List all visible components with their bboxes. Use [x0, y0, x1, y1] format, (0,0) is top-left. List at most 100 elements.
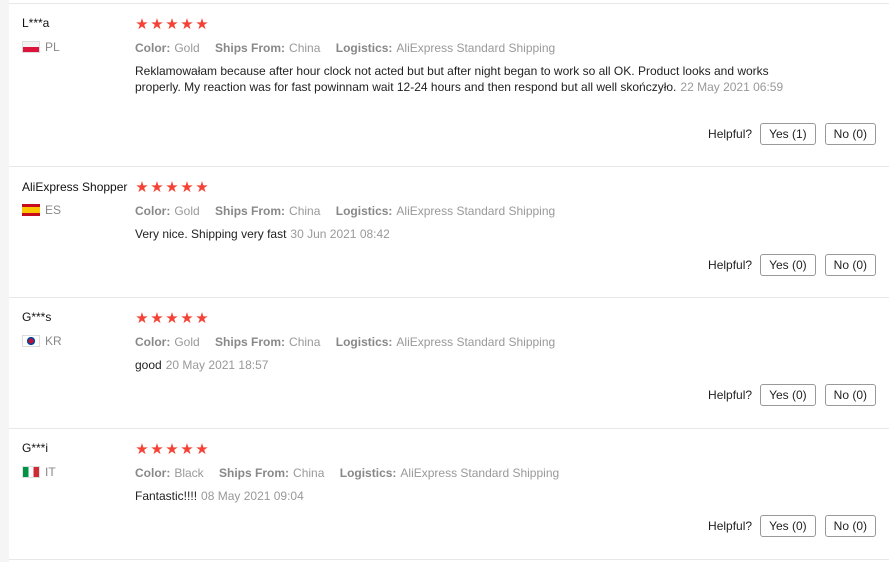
logistics-label: Logistics: — [335, 41, 393, 55]
logistics-value: AliExpress Standard Shipping — [396, 41, 556, 55]
helpful-yes-button[interactable]: Yes (0) — [760, 254, 816, 276]
logistics-value: AliExpress Standard Shipping — [396, 335, 556, 349]
reviewer-name: G***s — [22, 310, 52, 324]
review-text: good 20 May 2021 18:57 — [135, 357, 785, 373]
reviewer-country: IT — [22, 465, 56, 479]
review-sku-info: Color: Gold Ships From: China Logistics: Al… — [135, 204, 567, 218]
review-body: Reklamowałam because after hour clock no… — [135, 64, 769, 94]
review-date: 30 Jun 2021 08:42 — [290, 227, 390, 241]
country-code: IT — [45, 465, 56, 479]
ships-from-value: China — [289, 335, 321, 349]
ships-from-label: Ships From: — [215, 204, 286, 218]
reviews-panel: L***a PL ★ ★ ★ ★ ★ Color: Gold Ships From… — [9, 0, 889, 562]
review-sku-info: Color: Black Ships From: China Logistics: A… — [135, 466, 571, 480]
color-value: Gold — [174, 204, 200, 218]
logistics-label: Logistics: — [335, 204, 393, 218]
star-icon: ★ — [180, 179, 194, 196]
helpful-yes-button[interactable]: Yes (0) — [760, 515, 816, 537]
star-icon: ★ — [135, 310, 149, 327]
helpful-votes: Helpful? Yes (0) No (0) — [708, 254, 876, 276]
helpful-no-button[interactable]: No (0) — [824, 123, 876, 145]
logistics-value: AliExpress Standard Shipping — [396, 204, 556, 218]
ships-from-value: China — [289, 204, 321, 218]
review-sku-info: Color: Gold Ships From: China Logistics: Al… — [135, 41, 567, 55]
logistics-label: Logistics: — [339, 466, 397, 480]
star-icon: ★ — [135, 441, 149, 458]
spain-flag-icon — [22, 204, 40, 216]
review-sku-info: Color: Gold Ships From: China Logistics: Al… — [135, 335, 567, 349]
helpful-yes-button[interactable]: Yes (0) — [760, 384, 816, 406]
star-icon: ★ — [195, 16, 209, 33]
review-date: 22 May 2021 06:59 — [680, 80, 784, 94]
country-code: PL — [45, 40, 60, 54]
ships-from-label: Ships From: — [219, 466, 290, 480]
reviewer-name: L***a — [22, 16, 50, 30]
review-date: 20 May 2021 18:57 — [165, 358, 269, 372]
review-item: AliExpress Shopper ES ★ ★ ★ ★ ★ Color: Go… — [9, 167, 889, 298]
reviewer-country: ES — [22, 203, 61, 217]
helpful-no-button[interactable]: No (0) — [824, 515, 876, 537]
logistics-value: AliExpress Standard Shipping — [400, 466, 560, 480]
review-item: L***a PL ★ ★ ★ ★ ★ Color: Gold Ships From… — [9, 4, 889, 167]
star-rating: ★ ★ ★ ★ ★ — [135, 17, 209, 32]
star-icon: ★ — [150, 310, 164, 327]
review-body: Fantastic!!!! — [135, 489, 198, 503]
star-icon: ★ — [165, 441, 179, 458]
logistics-label: Logistics: — [335, 335, 393, 349]
review-text: Reklamowałam because after hour clock no… — [135, 63, 785, 95]
helpful-label: Helpful? — [708, 258, 753, 272]
review-item: G***s KR ★ ★ ★ ★ ★ Color: Gold Ships From… — [9, 298, 889, 429]
color-label: Color: — [135, 204, 171, 218]
ships-from-label: Ships From: — [215, 335, 286, 349]
star-icon: ★ — [180, 310, 194, 327]
poland-flag-icon — [22, 41, 40, 53]
color-value: Gold — [174, 335, 200, 349]
color-value: Gold — [174, 41, 200, 55]
star-icon: ★ — [165, 16, 179, 33]
country-code: ES — [45, 203, 62, 217]
color-label: Color: — [135, 466, 171, 480]
star-icon: ★ — [150, 441, 164, 458]
star-icon: ★ — [195, 441, 209, 458]
reviewer-name: AliExpress Shopper — [22, 180, 128, 194]
star-rating: ★ ★ ★ ★ ★ — [135, 442, 209, 457]
star-icon: ★ — [195, 310, 209, 327]
helpful-yes-button[interactable]: Yes (1) — [760, 123, 816, 145]
helpful-votes: Helpful? Yes (1) No (0) — [708, 123, 876, 145]
star-icon: ★ — [165, 310, 179, 327]
country-code: KR — [45, 334, 62, 348]
star-icon: ★ — [180, 16, 194, 33]
helpful-no-button[interactable]: No (0) — [824, 254, 876, 276]
review-text: Very nice. Shipping very fast 30 Jun 2021… — [135, 226, 785, 242]
star-rating: ★ ★ ★ ★ ★ — [135, 180, 209, 195]
review-text: Fantastic!!!! 08 May 2021 09:04 — [135, 488, 785, 504]
reviewer-country: PL — [22, 40, 60, 54]
italy-flag-icon — [22, 466, 40, 478]
review-item: G***i IT ★ ★ ★ ★ ★ Color: Black Ships Fro… — [9, 429, 889, 560]
helpful-label: Helpful? — [708, 127, 753, 141]
review-body: good — [135, 358, 162, 372]
helpful-label: Helpful? — [708, 519, 753, 533]
helpful-votes: Helpful? Yes (0) No (0) — [708, 384, 876, 406]
star-icon: ★ — [150, 179, 164, 196]
review-date: 08 May 2021 09:04 — [201, 489, 304, 503]
reviewer-country: KR — [22, 334, 62, 348]
color-label: Color: — [135, 335, 171, 349]
star-icon: ★ — [150, 16, 164, 33]
review-body: Very nice. Shipping very fast — [135, 227, 287, 241]
ships-from-label: Ships From: — [215, 41, 286, 55]
star-icon: ★ — [135, 16, 149, 33]
color-label: Color: — [135, 41, 171, 55]
star-rating: ★ ★ ★ ★ ★ — [135, 311, 209, 326]
helpful-no-button[interactable]: No (0) — [824, 384, 876, 406]
star-icon: ★ — [180, 441, 194, 458]
ships-from-value: China — [293, 466, 325, 480]
helpful-label: Helpful? — [708, 388, 753, 402]
color-value: Black — [174, 466, 204, 480]
star-icon: ★ — [135, 179, 149, 196]
star-icon: ★ — [195, 179, 209, 196]
star-icon: ★ — [165, 179, 179, 196]
helpful-votes: Helpful? Yes (0) No (0) — [708, 515, 876, 537]
reviewer-name: G***i — [22, 441, 49, 455]
ships-from-value: China — [289, 41, 321, 55]
